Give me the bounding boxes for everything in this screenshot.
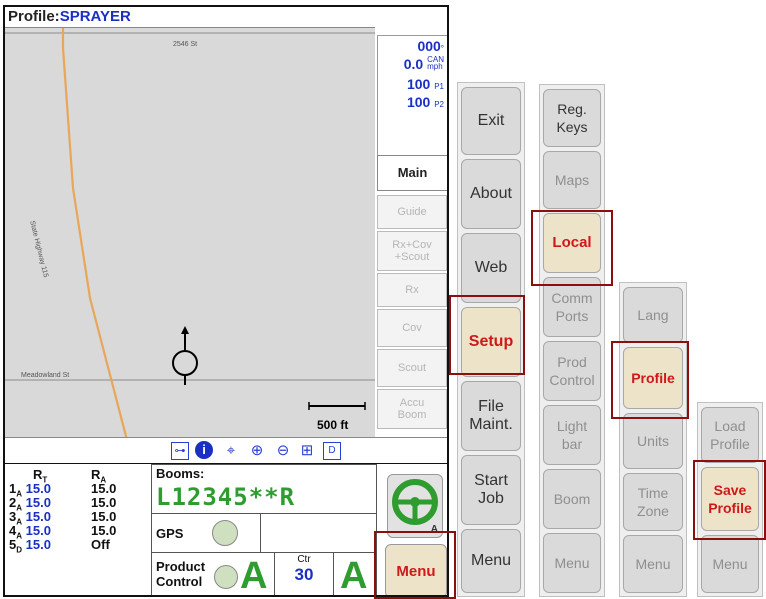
actual-rate-column: RA 15.0 15.0 15.0 15.0 Off xyxy=(91,468,141,552)
reg-keys-button[interactable]: Reg. Keys xyxy=(543,89,601,147)
tab-guide[interactable]: Guide xyxy=(377,195,447,229)
tab-scout[interactable]: Scout xyxy=(377,349,447,387)
profile-bar: Profile:SPRAYER xyxy=(5,7,375,27)
tab-rx-cov-scout[interactable]: Rx+Cov +Scout xyxy=(377,231,447,271)
lightbar-button[interactable]: Light bar xyxy=(543,405,601,465)
units-button[interactable]: Units xyxy=(623,413,683,469)
gps-panel: GPS xyxy=(151,513,261,553)
field-map[interactable]: 2546 St State Highway 115 Meadowland St … xyxy=(5,27,375,439)
rt-header: RT xyxy=(33,467,48,485)
comm-ports-button[interactable]: Comm Ports xyxy=(543,277,601,337)
tab-cov[interactable]: Cov xyxy=(377,309,447,347)
view-mode-icon[interactable]: D xyxy=(323,442,341,460)
route-line xyxy=(61,28,128,439)
scale-label: 500 ft xyxy=(317,418,349,432)
menu-button-col3[interactable]: Menu xyxy=(623,535,683,593)
product-mode-auto-2: A xyxy=(340,555,368,597)
p1-readout: 100 P1 xyxy=(406,76,444,92)
booms-panel[interactable]: Booms: L12345**R xyxy=(151,464,377,514)
scale-bar-icon xyxy=(308,402,366,410)
maps-button[interactable]: Maps xyxy=(543,151,601,209)
actual-rate-value: 15.0 xyxy=(91,495,117,510)
profile-label: Profile: xyxy=(8,8,60,25)
menu-column-setup: Reg. Keys Maps Local Comm Ports Prod Con… xyxy=(539,84,605,597)
actual-rate-value: 15.0 xyxy=(91,523,117,538)
ctr-box: Ctr 30 xyxy=(274,552,334,595)
map-toolbar: ⊶ i ⌖ ⊕ ⊖ ⊞ D xyxy=(5,437,447,463)
rate-row: 4A 15.0 xyxy=(9,523,51,541)
actual-rate-value: Off xyxy=(91,537,110,552)
heading-readout: 000° xyxy=(417,38,444,54)
autosteer-button[interactable]: A xyxy=(387,474,443,538)
zoom-in-icon[interactable]: ⊕ xyxy=(247,441,267,461)
target-rate-column: RT 1A 15.0 2A 15.0 3A 15.0 4A 15.0 5D 15… xyxy=(9,467,69,555)
profile-name: SPRAYER xyxy=(59,8,131,25)
profile-highlight xyxy=(611,341,689,419)
ctr-value: 30 xyxy=(294,565,314,584)
product-mode-auto: A xyxy=(240,555,268,597)
boom-sections-status: L12345**R xyxy=(156,483,296,511)
road-label-bottom: Meadowland St xyxy=(21,372,70,379)
ctr-label: Ctr xyxy=(297,554,311,565)
ra-header: RA xyxy=(91,467,107,485)
booms-label: Booms: xyxy=(156,466,205,481)
file-maint-button[interactable]: File Maint. xyxy=(461,381,521,451)
road-label-top: 2546 St xyxy=(173,41,198,48)
status-panel: 000° 0.0 CAN mph 100 P1 100 P2 xyxy=(377,35,447,161)
tab-rx[interactable]: Rx xyxy=(377,273,447,307)
crosshair-icon[interactable]: ⌖ xyxy=(221,441,241,461)
zoom-out-icon[interactable]: ⊖ xyxy=(273,441,293,461)
p2-readout: 100 P2 xyxy=(406,94,444,110)
tab-main[interactable]: Main xyxy=(377,155,447,191)
rate-row: 3A 15.0 xyxy=(9,509,51,527)
web-button[interactable]: Web xyxy=(461,233,521,303)
load-profile-button[interactable]: Load Profile xyxy=(701,407,759,463)
speed-readout: 0.0 CAN mph xyxy=(403,55,444,73)
actual-rate-value: 15.0 xyxy=(91,481,117,496)
save-profile-highlight xyxy=(693,460,766,540)
extents-icon[interactable]: ⊞ xyxy=(297,441,317,461)
vehicle-icon xyxy=(172,326,198,385)
time-zone-button[interactable]: Time Zone xyxy=(623,473,683,531)
lang-button[interactable]: Lang xyxy=(623,287,683,343)
prod-control-button[interactable]: Prod Control xyxy=(543,341,601,401)
rate-row: 5D 15.0 xyxy=(9,537,51,555)
setup-highlight xyxy=(449,295,525,375)
local-highlight xyxy=(531,210,613,286)
info-icon[interactable]: i xyxy=(195,441,213,459)
start-job-button[interactable]: Start Job xyxy=(461,455,521,525)
product-hand-icon xyxy=(214,565,238,589)
about-button[interactable]: About xyxy=(461,159,521,229)
rate-row: 1A 15.0 xyxy=(9,481,51,499)
gps-label: GPS xyxy=(156,526,184,541)
gps-route-icon[interactable]: ⊶ xyxy=(171,442,189,460)
menu-button-col1[interactable]: Menu xyxy=(461,529,521,593)
exit-button[interactable]: Exit xyxy=(461,87,521,155)
product-control-label: Product Control xyxy=(156,559,206,589)
rate-row: 2A 15.0 xyxy=(9,495,51,513)
product-control-panel[interactable]: Product Control A Ctr 30 A xyxy=(151,552,377,597)
menu-button-col2[interactable]: Menu xyxy=(543,533,601,593)
main-screen: Profile:SPRAYER 2546 St State Highway 11… xyxy=(3,5,449,597)
gps-spare-cell xyxy=(260,513,377,553)
tab-accuboom[interactable]: Accu Boom xyxy=(377,389,447,429)
boom-button[interactable]: Boom xyxy=(543,469,601,529)
menu-highlight xyxy=(374,531,456,599)
gps-hand-icon xyxy=(212,520,238,546)
menu-button-col4[interactable]: Menu xyxy=(701,535,759,593)
menu-column-local: Lang Profile Units Time Zone Menu xyxy=(619,282,687,597)
actual-rate-value: 15.0 xyxy=(91,509,117,524)
